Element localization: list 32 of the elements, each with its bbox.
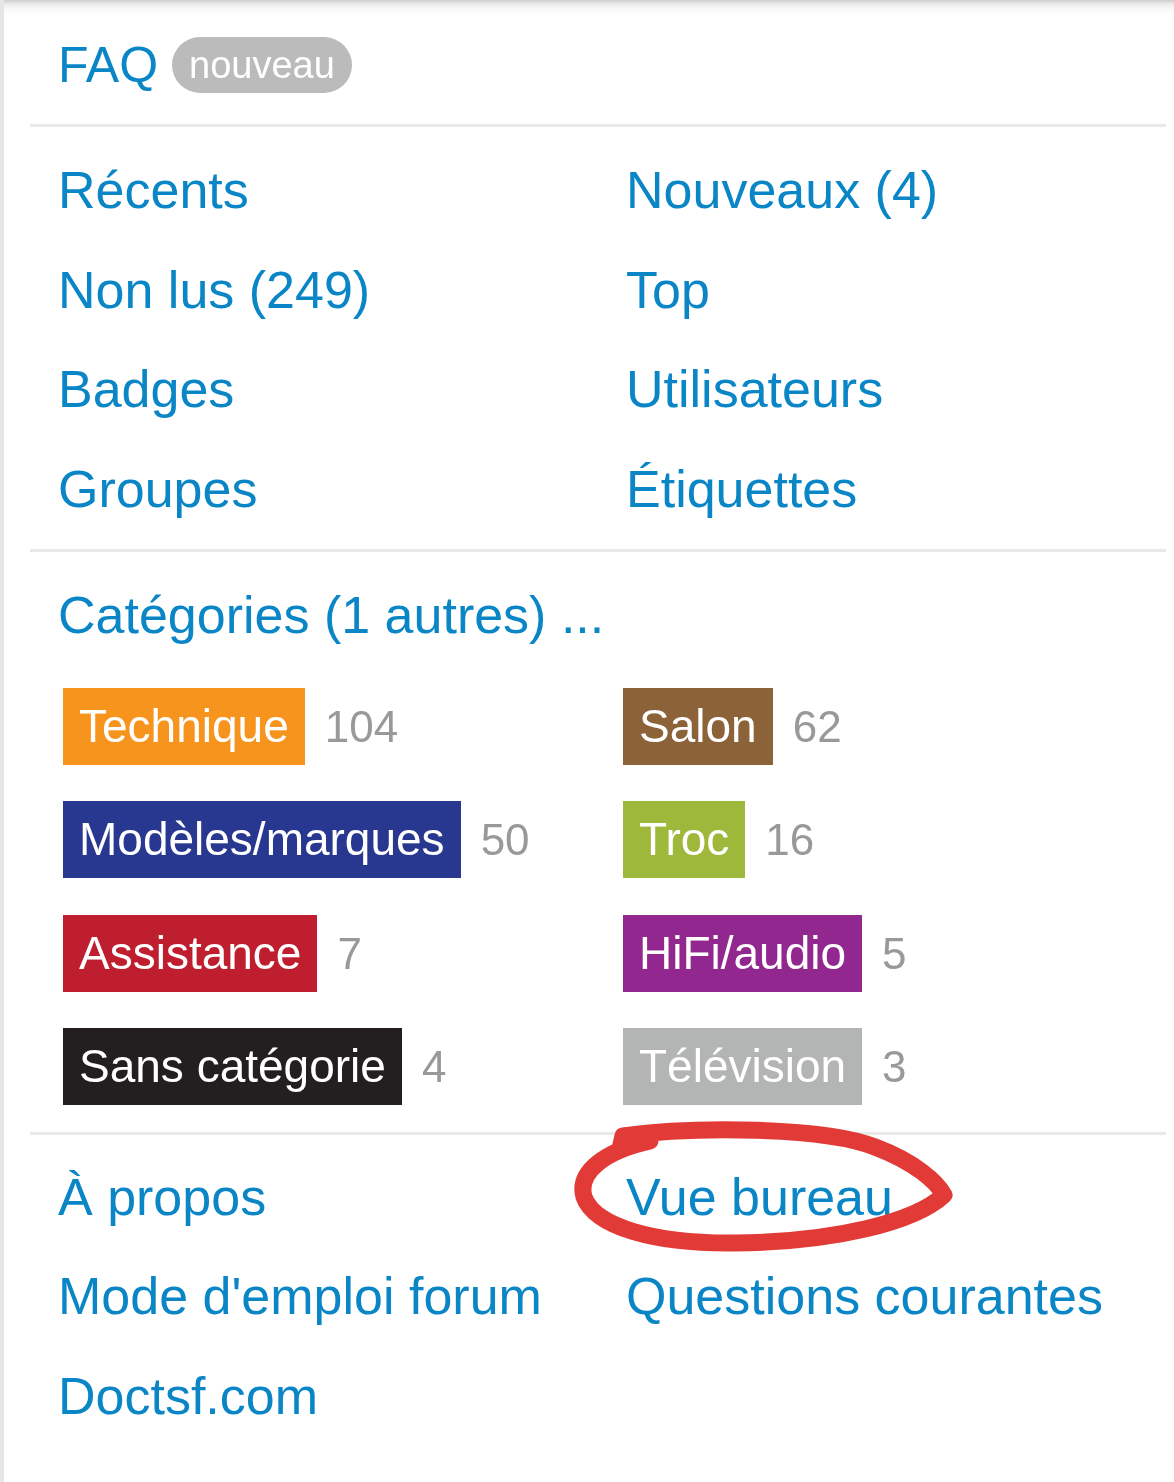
category-badge[interactable]: Sans catégorie xyxy=(63,1028,402,1105)
category-badge[interactable]: HiFi/audio xyxy=(623,914,863,992)
category-badge[interactable]: Salon xyxy=(623,687,773,765)
nav-link[interactable]: Nouveaux (4) xyxy=(626,141,939,241)
topic-count: 5 xyxy=(882,928,907,979)
nav-link[interactable]: Récents xyxy=(58,141,249,241)
topic-count: 4 xyxy=(421,1042,447,1092)
categories-link[interactable]: Catégories (1 autres) ... xyxy=(58,565,605,665)
category-badge[interactable]: Modèles/marques xyxy=(63,801,461,878)
topic-count: 104 xyxy=(324,701,399,752)
faq-link[interactable]: FAQ xyxy=(58,36,159,94)
footer-link[interactable]: À propos xyxy=(58,1147,267,1247)
topic-count: 16 xyxy=(765,815,815,865)
category-badge[interactable]: Troc xyxy=(623,801,746,878)
topic-count: 50 xyxy=(480,815,530,865)
topic-count: 7 xyxy=(337,928,362,979)
nav-link[interactable]: Badges xyxy=(58,340,235,440)
footer-link[interactable]: Doctsf.com xyxy=(58,1346,319,1446)
category-badge[interactable]: Télévision xyxy=(623,1028,863,1105)
footer-link[interactable]: Questions courantes xyxy=(626,1247,1103,1347)
nav-link[interactable]: Non lus (249) xyxy=(58,240,371,340)
footer-link[interactable]: Mode d'emploi forum xyxy=(58,1247,542,1347)
nav-link[interactable]: Utilisateurs xyxy=(626,340,884,440)
footer-link[interactable]: Vue bureau xyxy=(626,1147,893,1247)
topic-count: 62 xyxy=(792,701,842,752)
nav-link[interactable]: Top xyxy=(626,240,710,340)
nav-link[interactable]: Étiquettes xyxy=(626,439,858,539)
nav-link[interactable]: Groupes xyxy=(58,439,258,539)
category-badge[interactable]: Technique xyxy=(63,687,305,765)
topic-count: 3 xyxy=(882,1042,907,1092)
new-badge: nouveau xyxy=(172,37,352,93)
category-badge[interactable]: Assistance xyxy=(63,914,318,992)
